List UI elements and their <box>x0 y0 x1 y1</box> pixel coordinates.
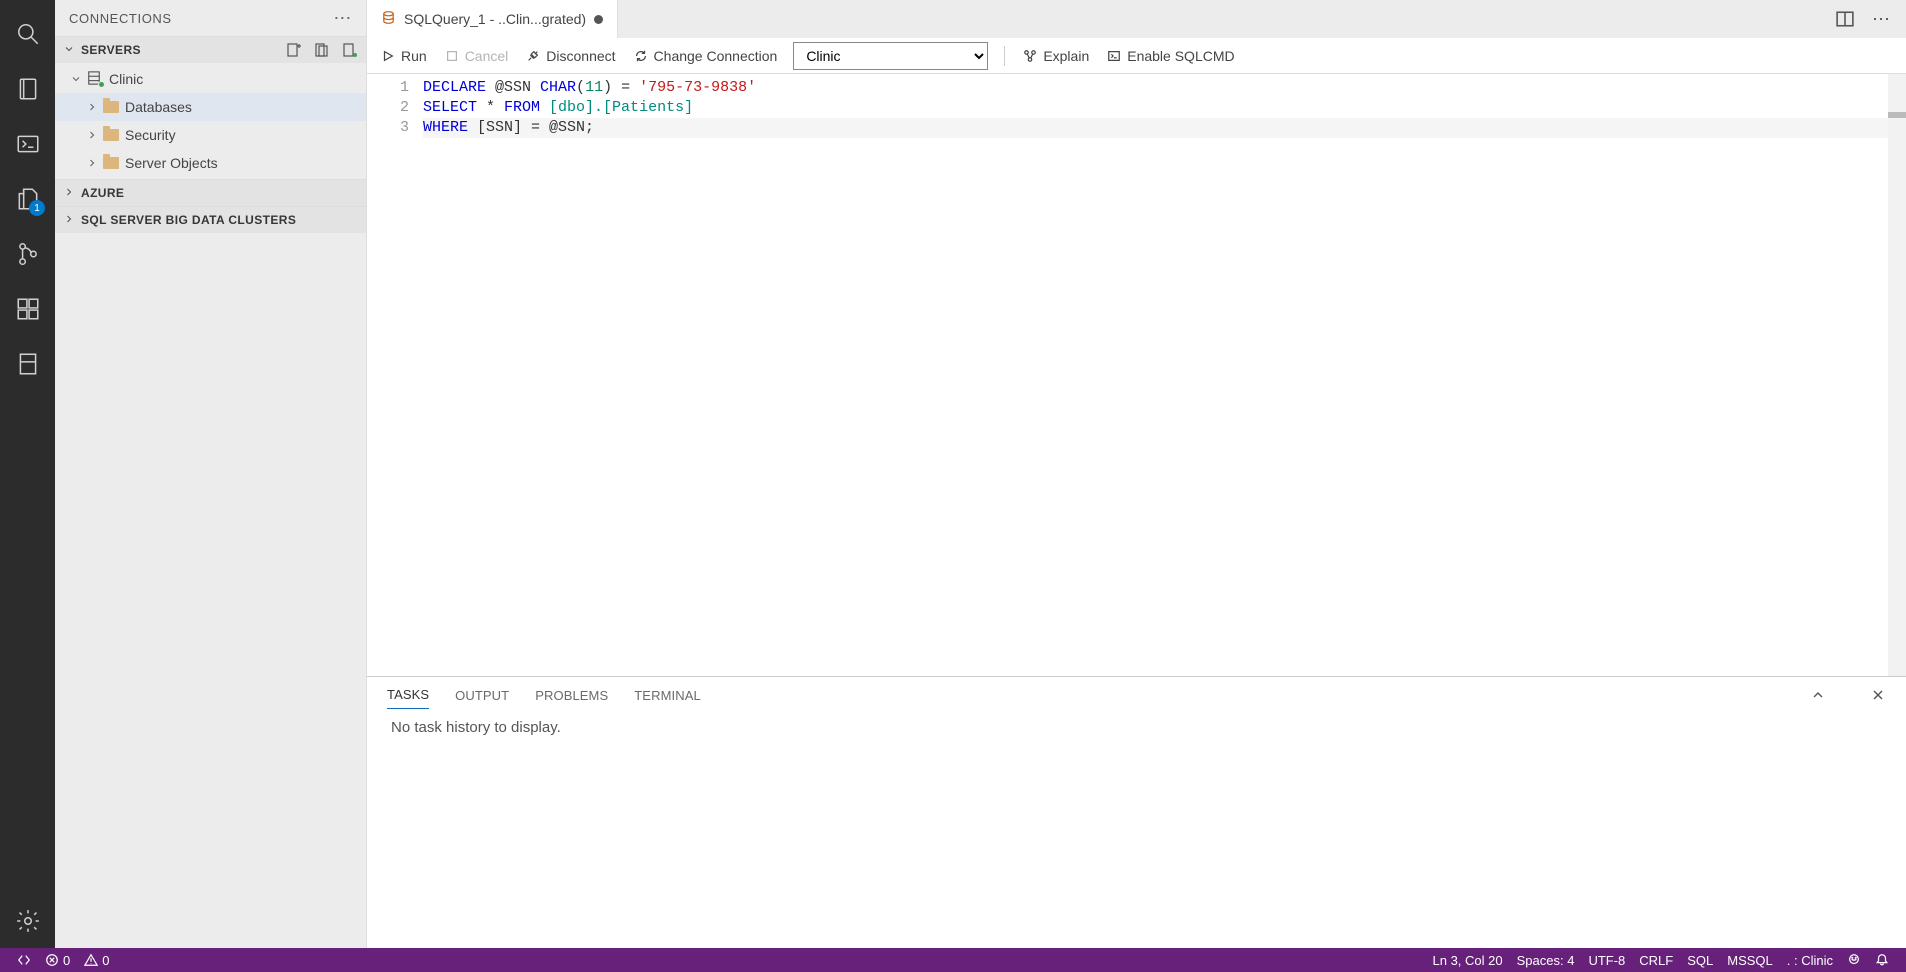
line-gutter: 1 2 3 <box>367 74 423 676</box>
server-action-icon[interactable] <box>342 42 358 58</box>
explain-button[interactable]: Explain <box>1021 46 1091 66</box>
status-encoding[interactable]: UTF-8 <box>1581 948 1632 972</box>
panel-body-text: No task history to display. <box>367 713 1906 742</box>
database-icon <box>381 10 396 28</box>
tree-server-label: Clinic <box>109 71 143 87</box>
scrollbar[interactable] <box>1888 74 1906 676</box>
tab-title: SQLQuery_1 - ..Clin...grated) <box>404 11 586 27</box>
code-line[interactable]: SELECT * FROM [dbo].[Patients] <box>423 98 1906 118</box>
activity-search-icon[interactable] <box>0 6 55 61</box>
tree-serverobjects-label: Server Objects <box>125 155 218 171</box>
code-line[interactable]: WHERE [SSN] = @SSN; <box>423 118 1906 138</box>
activity-notebook-icon[interactable] <box>0 336 55 391</box>
split-editor-icon[interactable] <box>1836 10 1854 28</box>
tree-security[interactable]: Security <box>55 121 366 149</box>
tree-security-label: Security <box>125 127 176 143</box>
tree-databases[interactable]: Databases <box>55 93 366 121</box>
new-connection-icon[interactable] <box>286 42 302 58</box>
unsaved-dot-icon <box>594 15 603 24</box>
activity-sourcecontrol-icon[interactable] <box>0 226 55 281</box>
run-label: Run <box>401 48 427 64</box>
status-eol[interactable]: CRLF <box>1632 948 1680 972</box>
code-editor[interactable]: 1 2 3 DECLARE @SSN CHAR(11) = '795-73-98… <box>367 74 1906 676</box>
panel-tab-terminal[interactable]: TERMINAL <box>634 682 701 709</box>
server-icon <box>87 71 103 87</box>
enable-sqlcmd-button[interactable]: Enable SQLCMD <box>1105 46 1236 66</box>
connection-select[interactable]: Clinic <box>793 42 988 70</box>
tab-sqlquery1[interactable]: SQLQuery_1 - ..Clin...grated) <box>367 0 618 38</box>
tree-serverobjects[interactable]: Server Objects <box>55 149 366 177</box>
sidebar-more-icon[interactable]: ⋯ <box>333 8 352 29</box>
folder-icon <box>103 157 119 169</box>
status-lncol[interactable]: Ln 3, Col 20 <box>1426 948 1510 972</box>
activity-explorer-icon[interactable]: 1 <box>0 171 55 226</box>
tab-more-icon[interactable]: ⋯ <box>1872 9 1890 30</box>
section-bigdata-label: SQL SERVER BIG DATA CLUSTERS <box>81 213 296 227</box>
tree-databases-label: Databases <box>125 99 192 115</box>
status-bell-icon[interactable] <box>1868 948 1896 972</box>
status-connection[interactable]: . : Clinic <box>1780 948 1840 972</box>
status-feedback-icon[interactable] <box>1840 948 1868 972</box>
panel-tab-output[interactable]: OUTPUT <box>455 682 509 709</box>
cancel-label: Cancel <box>465 48 509 64</box>
explain-label: Explain <box>1043 48 1089 64</box>
status-spaces[interactable]: Spaces: 4 <box>1510 948 1582 972</box>
status-engine[interactable]: MSSQL <box>1720 948 1780 972</box>
activity-terminal-icon[interactable] <box>0 116 55 171</box>
panel-tab-tasks[interactable]: TASKS <box>387 681 429 709</box>
enable-sqlcmd-label: Enable SQLCMD <box>1127 48 1234 64</box>
folder-icon <box>103 101 119 113</box>
panel-tab-problems[interactable]: PROBLEMS <box>535 682 608 709</box>
tree-server-clinic[interactable]: Clinic <box>55 65 366 93</box>
run-button[interactable]: Run <box>379 46 429 66</box>
section-servers[interactable]: SERVERS <box>55 36 366 63</box>
activity-connections-icon[interactable] <box>0 61 55 116</box>
status-remote-icon[interactable] <box>10 948 38 972</box>
status-errors[interactable]: 0 <box>38 948 77 972</box>
status-language[interactable]: SQL <box>1680 948 1720 972</box>
new-group-icon[interactable] <box>314 42 330 58</box>
sidebar-title: CONNECTIONS <box>69 11 172 26</box>
status-warnings[interactable]: 0 <box>77 948 116 972</box>
change-connection-button[interactable]: Change Connection <box>632 46 780 66</box>
section-azure-label: AZURE <box>81 186 124 200</box>
change-connection-label: Change Connection <box>654 48 778 64</box>
section-bigdata[interactable]: SQL SERVER BIG DATA CLUSTERS <box>55 206 366 233</box>
activity-badge: 1 <box>29 200 45 216</box>
section-azure[interactable]: AZURE <box>55 179 366 206</box>
code-line[interactable]: DECLARE @SSN CHAR(11) = '795-73-9838' <box>423 78 1906 98</box>
section-servers-label: SERVERS <box>81 43 141 57</box>
settings-gear-icon[interactable] <box>0 893 55 948</box>
disconnect-button[interactable]: Disconnect <box>524 46 617 66</box>
disconnect-label: Disconnect <box>546 48 615 64</box>
panel-close-icon[interactable] <box>1870 687 1886 703</box>
activity-extensions-icon[interactable] <box>0 281 55 336</box>
panel-chevron-up-icon[interactable] <box>1810 687 1826 703</box>
folder-icon <box>103 129 119 141</box>
cancel-button: Cancel <box>443 46 511 66</box>
